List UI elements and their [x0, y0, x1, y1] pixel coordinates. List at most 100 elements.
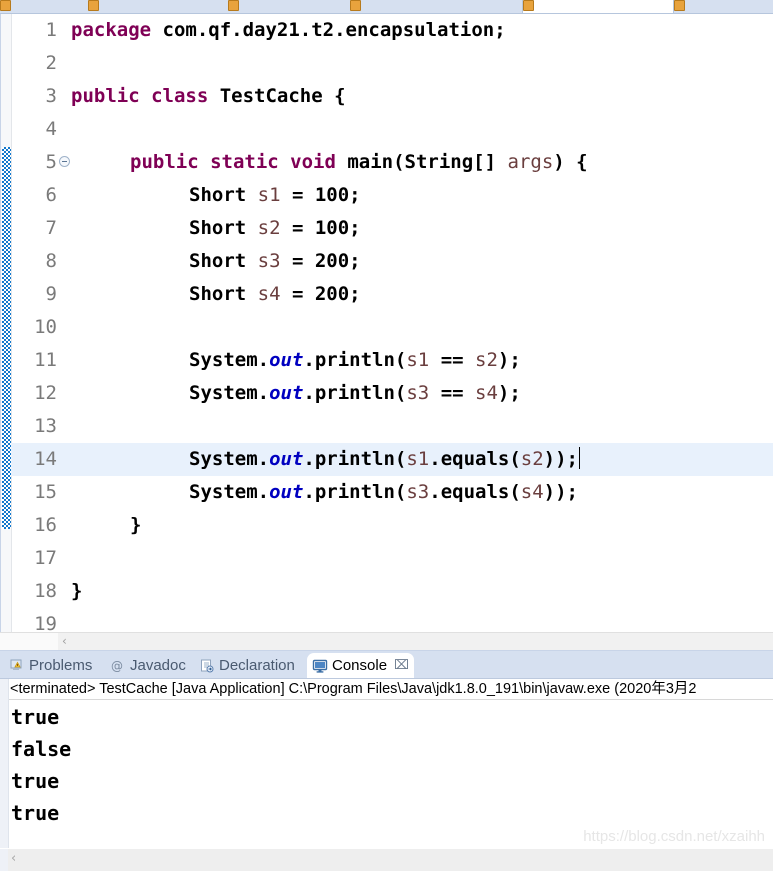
console-scroll-left-arrow[interactable]: ‹	[11, 852, 16, 865]
code-line[interactable]: 3 public class TestCache {	[11, 80, 773, 113]
console-gutter	[0, 679, 9, 871]
svg-text:@: @	[111, 659, 123, 673]
line-number: 7	[45, 217, 57, 239]
code-line[interactable]: 2	[11, 47, 773, 80]
bottom-view-panel: Problems @ Javadoc Declaration Console ⌧ <ter…	[0, 650, 773, 871]
console-output-line: true	[11, 705, 60, 729]
line-number: 17	[34, 547, 57, 569]
code-text: System.out.println(s1.equals(s2));	[189, 447, 580, 470]
java-file-icon	[350, 0, 361, 11]
editor-tab-1[interactable]	[88, 0, 226, 13]
code-line[interactable]: 8 Short s3 = 200;	[11, 245, 773, 278]
editor-scroll-gutter-gap	[0, 633, 58, 650]
console-scroll-gutter-gap	[0, 849, 8, 871]
code-text: System.out.println(s1 == s2);	[189, 349, 521, 371]
console-view[interactable]: <terminated> TestCache [Java Application…	[0, 679, 773, 871]
line-number: 19	[34, 613, 57, 632]
view-tab-problems[interactable]: Problems	[4, 653, 97, 678]
declaration-icon	[199, 658, 215, 674]
view-tab-label: Declaration	[219, 657, 295, 674]
javadoc-icon: @	[110, 658, 126, 674]
view-tab-declaration[interactable]: Declaration	[194, 653, 300, 678]
view-tab-javadoc[interactable]: @ Javadoc	[105, 653, 191, 678]
code-text: }	[130, 514, 142, 536]
line-number: 9	[45, 283, 57, 305]
changed-lines-marker	[2, 147, 11, 529]
editor-horizontal-scrollbar[interactable]: ‹	[0, 632, 773, 650]
line-number: 4	[45, 118, 57, 140]
line-number: 13	[34, 415, 57, 437]
code-text: System.out.println(s3.equals(s4));	[189, 481, 578, 503]
code-line[interactable]: 15 System.out.println(s3.equals(s4));	[11, 476, 773, 509]
code-line[interactable]: 4	[11, 113, 773, 146]
view-tab-label: Console	[332, 657, 388, 674]
java-file-icon	[88, 0, 99, 11]
console-output-line: true	[11, 769, 60, 793]
fold-collapse-icon[interactable]	[59, 156, 70, 167]
line-number: 16	[34, 514, 57, 536]
code-line[interactable]: 19	[11, 608, 773, 632]
code-line[interactable]: 10	[11, 311, 773, 344]
editor-tab-3[interactable]	[350, 0, 520, 13]
line-number: 10	[34, 316, 57, 338]
code-line[interactable]: 17	[11, 542, 773, 575]
line-number: 11	[34, 349, 57, 371]
code-text: public class TestCache {	[71, 85, 346, 107]
line-number: 3	[45, 85, 57, 107]
code-line[interactable]: 7 Short s2 = 100;	[11, 212, 773, 245]
console-icon	[312, 658, 328, 674]
code-line[interactable]: 14 System.out.println(s1.equals(s2));	[11, 443, 773, 476]
code-line[interactable]: 13	[11, 410, 773, 443]
line-number: 18	[34, 580, 57, 602]
view-tab-label: Problems	[29, 657, 93, 674]
code-line[interactable]: 5 public static void main(String[] args) …	[11, 146, 773, 179]
code-text: }	[71, 580, 83, 602]
line-number: 15	[34, 481, 57, 503]
console-horizontal-scrollbar[interactable]: ‹	[0, 848, 773, 871]
eclipse-window: 1 package com.qf.day21.t2.encapsulation; 2…	[0, 0, 773, 891]
code-text: Short s3 = 200;	[189, 250, 361, 272]
text-caret	[578, 447, 580, 469]
line-number: 5	[45, 151, 57, 173]
console-output-line: true	[11, 801, 60, 825]
editor-tab-strip	[0, 0, 773, 14]
editor-tab-0[interactable]	[0, 0, 86, 13]
code-text: System.out.println(s3 == s4);	[189, 382, 521, 404]
editor-scroll-left-arrow[interactable]: ‹	[62, 635, 67, 647]
code-line[interactable]: 6 Short s1 = 100;	[11, 179, 773, 212]
console-output: true false true true	[9, 701, 773, 829]
java-file-icon	[523, 0, 534, 11]
code-line[interactable]: 12 System.out.println(s3 == s4);	[11, 377, 773, 410]
code-line[interactable]: 9 Short s4 = 200;	[11, 278, 773, 311]
view-tab-console[interactable]: Console ⌧	[307, 653, 415, 678]
problems-icon	[9, 658, 25, 674]
close-icon[interactable]: ⌧	[394, 658, 409, 673]
code-line[interactable]: 11 System.out.println(s1 == s2);	[11, 344, 773, 377]
watermark: https://blog.csdn.net/xzaihh	[583, 828, 765, 845]
code-text: Short s2 = 100;	[189, 217, 361, 239]
java-file-icon	[228, 0, 239, 11]
editor-tab-2[interactable]	[228, 0, 348, 13]
code-line[interactable]: 18}	[11, 575, 773, 608]
line-number: 6	[45, 184, 57, 206]
line-number: 14	[34, 448, 57, 470]
code-lines[interactable]: 1 package com.qf.day21.t2.encapsulation; 2…	[11, 14, 773, 632]
code-line[interactable]: 1 package com.qf.day21.t2.encapsulation;	[11, 14, 773, 47]
code-text: Short s4 = 200;	[189, 283, 361, 305]
code-editor[interactable]: 1 package com.qf.day21.t2.encapsulation; 2…	[0, 14, 773, 632]
line-number: 12	[34, 382, 57, 404]
console-process-label: <terminated> TestCache [Java Application…	[9, 679, 773, 700]
view-tab-label: Javadoc	[130, 657, 186, 674]
code-text: Short s1 = 100;	[189, 184, 361, 206]
java-file-icon	[0, 0, 11, 11]
editor-tab-4[interactable]	[522, 0, 674, 13]
console-output-line: false	[11, 737, 72, 761]
code-line[interactable]: 16}	[11, 509, 773, 542]
view-tab-bar[interactable]: Problems @ Javadoc Declaration Console ⌧	[0, 651, 773, 679]
code-text: public static void main(String[] args) {	[130, 151, 588, 173]
code-text: package com.qf.day21.t2.encapsulation;	[71, 19, 506, 41]
editor-tab-5[interactable]	[674, 0, 773, 13]
java-file-icon	[674, 0, 685, 11]
line-number: 8	[45, 250, 57, 272]
line-number: 2	[45, 52, 57, 74]
